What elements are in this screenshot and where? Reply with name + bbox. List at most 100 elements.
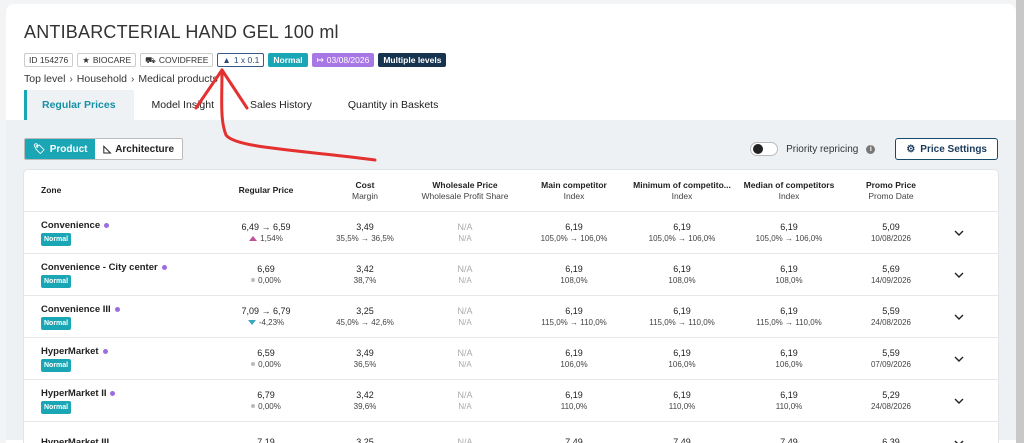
- price-change-value: 0,00%: [258, 275, 281, 285]
- table-row[interactable]: Convenience - City center Normal 6,69 0,00%…: [24, 254, 998, 296]
- product-page: ANTIBARCTERIAL HAND GEL 100 ml ID 154276…: [6, 4, 1016, 443]
- neutral-dot-icon: [251, 278, 256, 282]
- header-main-competitor[interactable]: Main competitor Index: [520, 180, 628, 202]
- promo-date-value: 24/08/2026: [870, 401, 912, 411]
- header-min-competitor[interactable]: Minimum of competito... Index: [628, 180, 736, 202]
- header-median-competitor[interactable]: Median of competitors Index: [736, 180, 842, 202]
- median-competitor-cell: 6,19 108,0%: [736, 264, 842, 286]
- header-promo[interactable]: Promo Price Promo Date: [842, 180, 940, 202]
- wholesale-cell: N/A N/A: [410, 306, 520, 328]
- expand-row-button[interactable]: [940, 272, 978, 278]
- breadcrumb-household[interactable]: Household: [77, 73, 127, 85]
- median-competitor-value: 6,19: [780, 263, 798, 274]
- median-competitor-cell: 6,19 105,0% → 106,0%: [736, 222, 842, 244]
- date-badge: ↦ 03/08/2026: [311, 53, 375, 67]
- expand-row-button[interactable]: [940, 398, 978, 404]
- chevron-down-icon: [954, 230, 964, 236]
- price-settings-button[interactable]: ⚙ Price Settings: [895, 138, 998, 160]
- main-competitor-index: 115,0% → 110,0%: [541, 317, 607, 327]
- header-wholesale[interactable]: Wholesale Price Wholesale Profit Share: [410, 180, 520, 202]
- main-competitor-cell: 6,19 110,0%: [520, 390, 628, 412]
- tab-regular-prices[interactable]: Regular Prices: [24, 90, 134, 120]
- zone-dot-icon: [102, 348, 108, 354]
- wholesale-share-value: N/A: [458, 275, 472, 285]
- header-zone[interactable]: Zone: [24, 185, 212, 196]
- min-competitor-value: 6,19: [673, 305, 691, 316]
- trend-down-icon: [247, 319, 256, 325]
- breadcrumb-top-level[interactable]: Top level: [24, 73, 65, 85]
- expand-row-button[interactable]: [940, 440, 978, 443]
- price-change-value: 1,54%: [260, 233, 283, 243]
- wholesale-value: N/A: [457, 347, 473, 358]
- regular-price-cell[interactable]: 6,59 0,00%: [212, 348, 320, 370]
- regular-price-cell[interactable]: 6,69 0,00%: [212, 264, 320, 286]
- margin-value: 39,6%: [353, 401, 377, 411]
- table-row[interactable]: HyperMarket III 7,19 3,25 N/A 7,49 7,49 7,49 6,…: [24, 422, 998, 443]
- median-competitor-index: 115,0% → 110,0%: [756, 317, 822, 327]
- table-row[interactable]: Convenience III Normal 7,09 → 6,79 -4,23% 3,…: [24, 296, 998, 338]
- neutral-dot-icon: [251, 362, 256, 366]
- expand-row-button[interactable]: [940, 230, 978, 236]
- regular-price-cell[interactable]: 6,49 → 6,59 1,54%: [212, 222, 320, 244]
- priority-toggle[interactable]: [750, 142, 779, 156]
- tab-bar: Regular Prices Model Insight Sales Histo…: [24, 90, 456, 120]
- tab-model-insight[interactable]: Model Insight: [134, 90, 232, 120]
- price-change: 0,00%: [212, 359, 320, 370]
- median-competitor-value: 6,19: [780, 347, 798, 358]
- zone-cell: HyperMarket Normal: [24, 346, 212, 372]
- header-min-sub: Index: [671, 190, 693, 201]
- min-competitor-index: 106,0%: [668, 359, 696, 369]
- id-badge: ID 154276: [24, 53, 74, 67]
- wholesale-cell: N/A N/A: [410, 222, 520, 244]
- expand-row-button[interactable]: [940, 314, 978, 320]
- levels-badge: Multiple levels: [378, 53, 447, 67]
- zone-name: Convenience - City center: [41, 261, 158, 273]
- cost-cell: 3,42 38,7%: [320, 264, 410, 286]
- product-view-button[interactable]: 🏷 Product: [25, 139, 96, 159]
- cost-cell: 3,42 39,6%: [320, 390, 410, 412]
- median-competitor-value: 6,19: [780, 389, 798, 400]
- breadcrumb-medical[interactable]: Medical products: [138, 73, 217, 85]
- main-competitor-cell: 6,19 105,0% → 106,0%: [520, 222, 628, 244]
- regular-price-value: 6,49 → 6,59: [241, 221, 291, 232]
- zone-cell: Convenience III Normal: [24, 304, 212, 330]
- regular-price-cell[interactable]: 6,79 0,00%: [212, 390, 320, 412]
- promo-price-value: 5,59: [882, 347, 900, 358]
- tab-quantity-baskets[interactable]: Quantity in Baskets: [330, 90, 456, 120]
- architecture-view-button[interactable]: ◺ Architecture: [95, 139, 183, 159]
- tab-sales-history[interactable]: Sales History: [232, 90, 330, 120]
- header-regular-price[interactable]: Regular Price: [212, 185, 320, 196]
- truck-icon: ⛟: [145, 55, 156, 65]
- regular-price-cell[interactable]: 7,19: [212, 437, 320, 443]
- brand-badge: ★ BIOCARE: [77, 53, 137, 67]
- table-row[interactable]: HyperMarket II Normal 6,79 0,00% 3,42 39,6% N/…: [24, 380, 998, 422]
- tag-icon: 🏷: [33, 143, 46, 155]
- main-competitor-value: 6,19: [565, 263, 583, 274]
- priority-repricing: Priority repricing i: [750, 142, 876, 156]
- zone-name: HyperMarket II: [41, 387, 107, 399]
- expand-row-button[interactable]: [940, 356, 978, 362]
- header-cost[interactable]: Cost Margin: [320, 180, 410, 202]
- zone-cell: Convenience Normal: [24, 220, 212, 246]
- cost-cell: 3,25: [320, 437, 410, 443]
- header-cost-sub: Margin: [352, 190, 378, 201]
- table-row[interactable]: Convenience Normal 6,49 → 6,59 1,54% 3,49 35,…: [24, 212, 998, 254]
- info-icon[interactable]: i: [866, 144, 876, 154]
- flask-icon: ▲: [222, 55, 231, 65]
- min-competitor-cell: 6,19 108,0%: [628, 264, 736, 286]
- min-competitor-value: 6,19: [673, 263, 691, 274]
- header-regular-label: Regular Price: [238, 185, 294, 195]
- header-wholesale-sub: Wholesale Profit Share: [421, 190, 509, 201]
- header-cost-label: Cost: [355, 179, 375, 190]
- promo-cell: 5,09 10/08/2026: [842, 222, 940, 244]
- median-competitor-index: 108,0%: [775, 275, 803, 285]
- promo-date-value: 14/09/2026: [870, 275, 912, 285]
- supplier-badge: ⛟ COVIDFREE: [140, 53, 214, 67]
- table-row[interactable]: HyperMarket Normal 6,59 0,00% 3,49 36,5% N/A N/…: [24, 338, 998, 380]
- zone-name-wrap: Convenience III: [41, 304, 212, 315]
- wholesale-cell: N/A N/A: [410, 264, 520, 286]
- regular-price-cell[interactable]: 7,09 → 6,79 -4,23%: [212, 306, 320, 328]
- promo-price-value: 5,09: [882, 221, 900, 232]
- regular-price-value: 6,59: [257, 347, 275, 358]
- zone-status-tag: Normal: [41, 358, 72, 372]
